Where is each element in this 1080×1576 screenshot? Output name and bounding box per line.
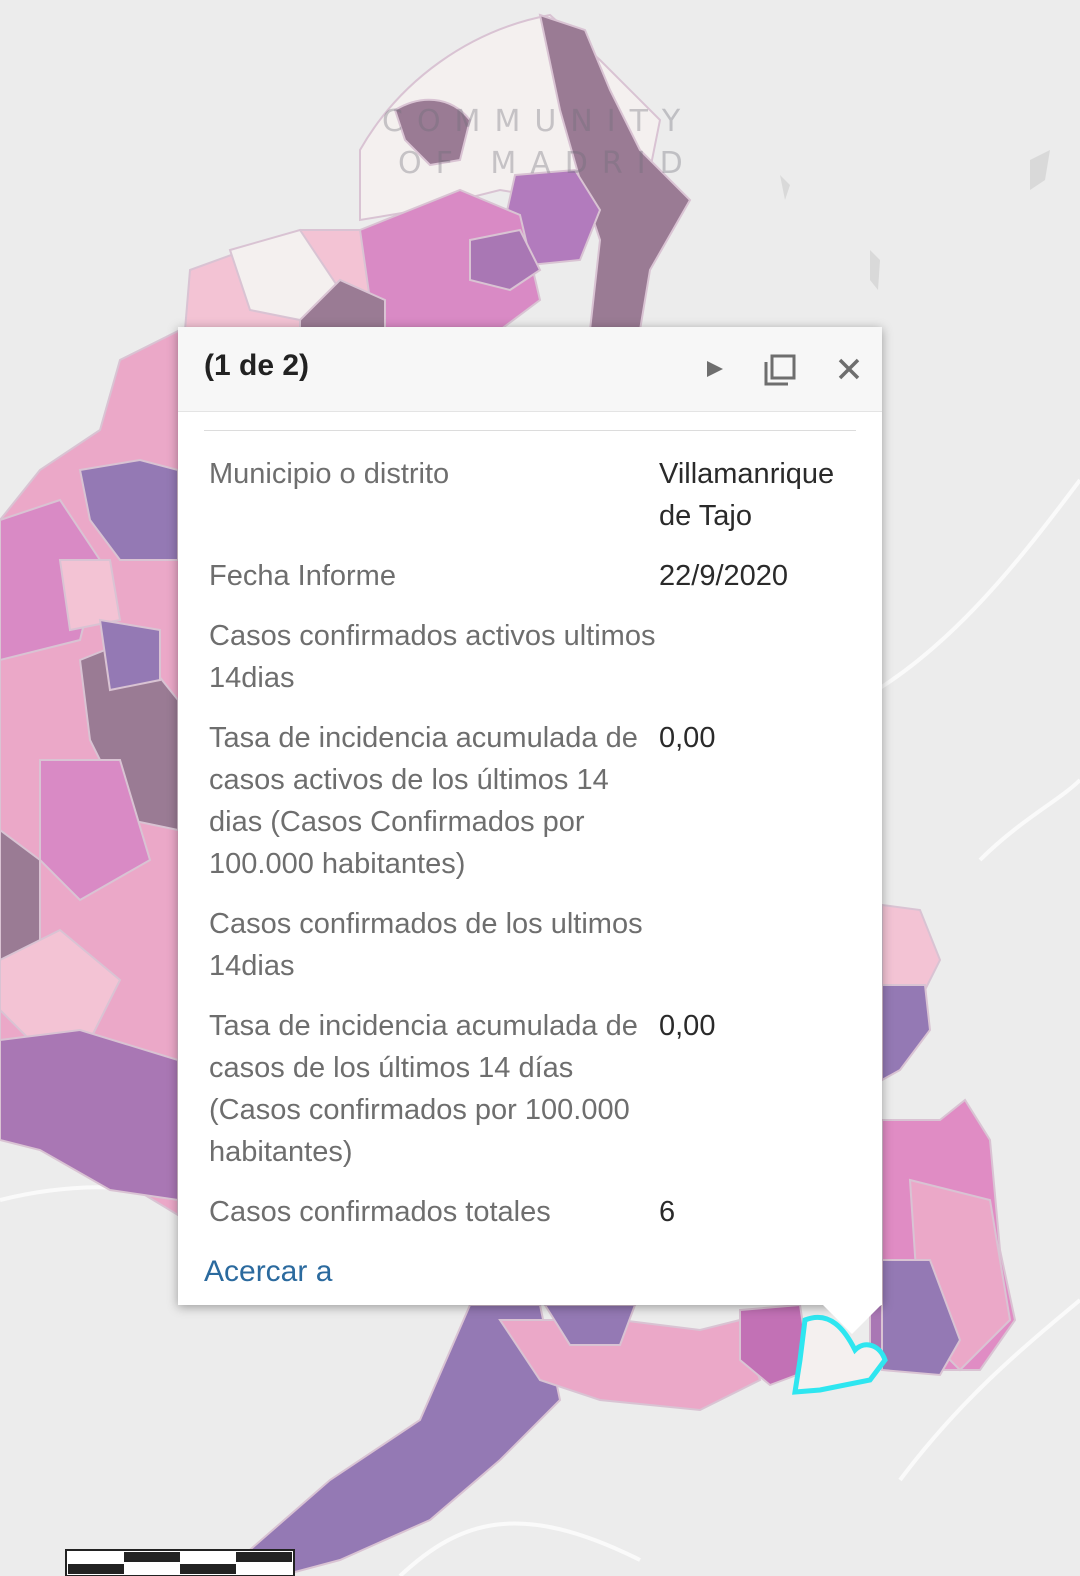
field-name: Casos confirmados activos ultimos 14dias	[209, 620, 656, 694]
attribute-row: Tasa de incidencia acumulada de casos ac…	[209, 717, 859, 885]
popup-page-count: (1 de 2)	[204, 349, 310, 382]
field-value	[659, 615, 859, 699]
popup-pointer	[822, 1304, 882, 1334]
attribute-row: Municipio o distrito Villamanrique de Ta…	[209, 453, 859, 537]
region-west-purple-3	[0, 1028, 179, 1202]
region-east-purple	[881, 984, 932, 1082]
water-features	[780, 150, 1050, 290]
next-feature-button[interactable]	[694, 349, 734, 389]
field-value: 22/9/2020	[659, 560, 789, 592]
attribute-table: Municipio o distrito Villamanrique de Ta…	[209, 453, 859, 1251]
field-value: Villamanrique de Tajo	[659, 458, 835, 532]
maximize-button[interactable]	[761, 349, 801, 389]
attribute-row: Tasa de incidencia acumulada de casos de…	[209, 1005, 859, 1173]
field-name: Tasa de incidencia acumulada de casos de…	[209, 1010, 638, 1168]
field-value	[659, 903, 859, 987]
region-south-purple	[218, 1304, 562, 1576]
restore-window-icon	[764, 354, 796, 386]
region-west-lightpink	[58, 559, 122, 632]
zoom-to-link[interactable]: Acercar a	[204, 1255, 332, 1289]
field-name: Municipio o distrito	[209, 458, 450, 490]
field-value: 0,00	[659, 1010, 716, 1042]
attribute-row: Casos confirmados activos ultimos 14dias	[209, 615, 859, 699]
field-name: Casos confirmados de los ultimos 14dias	[209, 908, 643, 982]
scale-bar	[65, 1549, 295, 1576]
attribute-row: Fecha Informe 22/9/2020	[209, 555, 859, 597]
play-next-icon	[707, 361, 723, 377]
field-value: 0,00	[659, 722, 716, 754]
attribute-row: Casos confirmados totales 6	[209, 1191, 859, 1233]
field-name: Casos confirmados totales	[209, 1196, 551, 1228]
attribute-row: Casos confirmados de los ultimos 14dias	[209, 903, 859, 987]
field-value: 6	[659, 1196, 676, 1228]
feature-popup: (1 de 2) Municipio o distrito Villamanri…	[178, 327, 882, 1305]
region-west-purple-2	[98, 618, 161, 692]
popup-header: (1 de 2)	[178, 327, 882, 412]
region-name-label-line1: COMMUNITY	[382, 104, 695, 139]
popup-divider	[204, 430, 856, 431]
close-button[interactable]	[829, 349, 869, 389]
region-name-label-line2: OF MADRID	[398, 146, 697, 181]
field-name: Tasa de incidencia acumulada de casos ac…	[209, 722, 638, 880]
field-name: Fecha Informe	[209, 560, 396, 592]
close-icon	[838, 358, 860, 380]
